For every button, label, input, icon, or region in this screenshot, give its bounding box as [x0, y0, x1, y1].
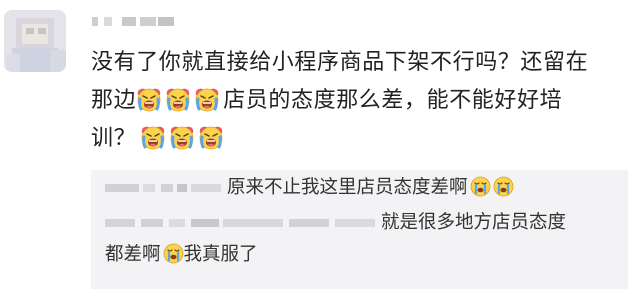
crying-emoji-icon: [165, 86, 191, 112]
crying-emoji-icon: [169, 124, 195, 150]
reply-item[interactable]: 原来不止我这里店员态度差啊: [105, 173, 618, 203]
crying-emoji-icon: [194, 86, 220, 112]
comment-username-blurred[interactable]: [92, 14, 174, 30]
reply-username-blurred[interactable]: [105, 213, 377, 233]
crying-emoji-icon: [198, 124, 224, 150]
comment-text: 没有了你就直接给小程序商品下架不行吗？还留在 那边 店员的态度那么差，能不能好好培…: [91, 44, 631, 158]
reply-text-part-a: 就是很多地方店员态度: [381, 212, 567, 233]
crying-emoji-icon: [140, 124, 166, 150]
reply-item-continued: 都差啊 我真服了: [105, 240, 618, 270]
reply-section: 原来不止我这里店员态度差啊 就是很多地方店员态度 都差啊 我真服了: [91, 170, 628, 289]
comment-line-2: 那边 店员的态度那么差，能不能好好培: [91, 86, 563, 113]
reply-text-part-b: 都差啊: [105, 244, 161, 265]
sob-emoji-icon: [493, 176, 514, 197]
sob-emoji-icon: [470, 176, 491, 197]
comment-line-3: 训？: [91, 120, 631, 158]
crying-emoji-icon: [136, 86, 162, 112]
sob-emoji-icon: [163, 243, 184, 264]
reply-item[interactable]: 就是很多地方店员态度: [105, 208, 618, 238]
reply-username-blurred[interactable]: [105, 178, 223, 198]
avatar[interactable]: [4, 10, 66, 72]
comment-line-1: 没有了你就直接给小程序商品下架不行吗？还留在: [91, 50, 589, 75]
reply-text-part-c: 我真服了: [183, 244, 258, 265]
reply-text: 原来不止我这里店员态度差啊: [227, 177, 468, 198]
